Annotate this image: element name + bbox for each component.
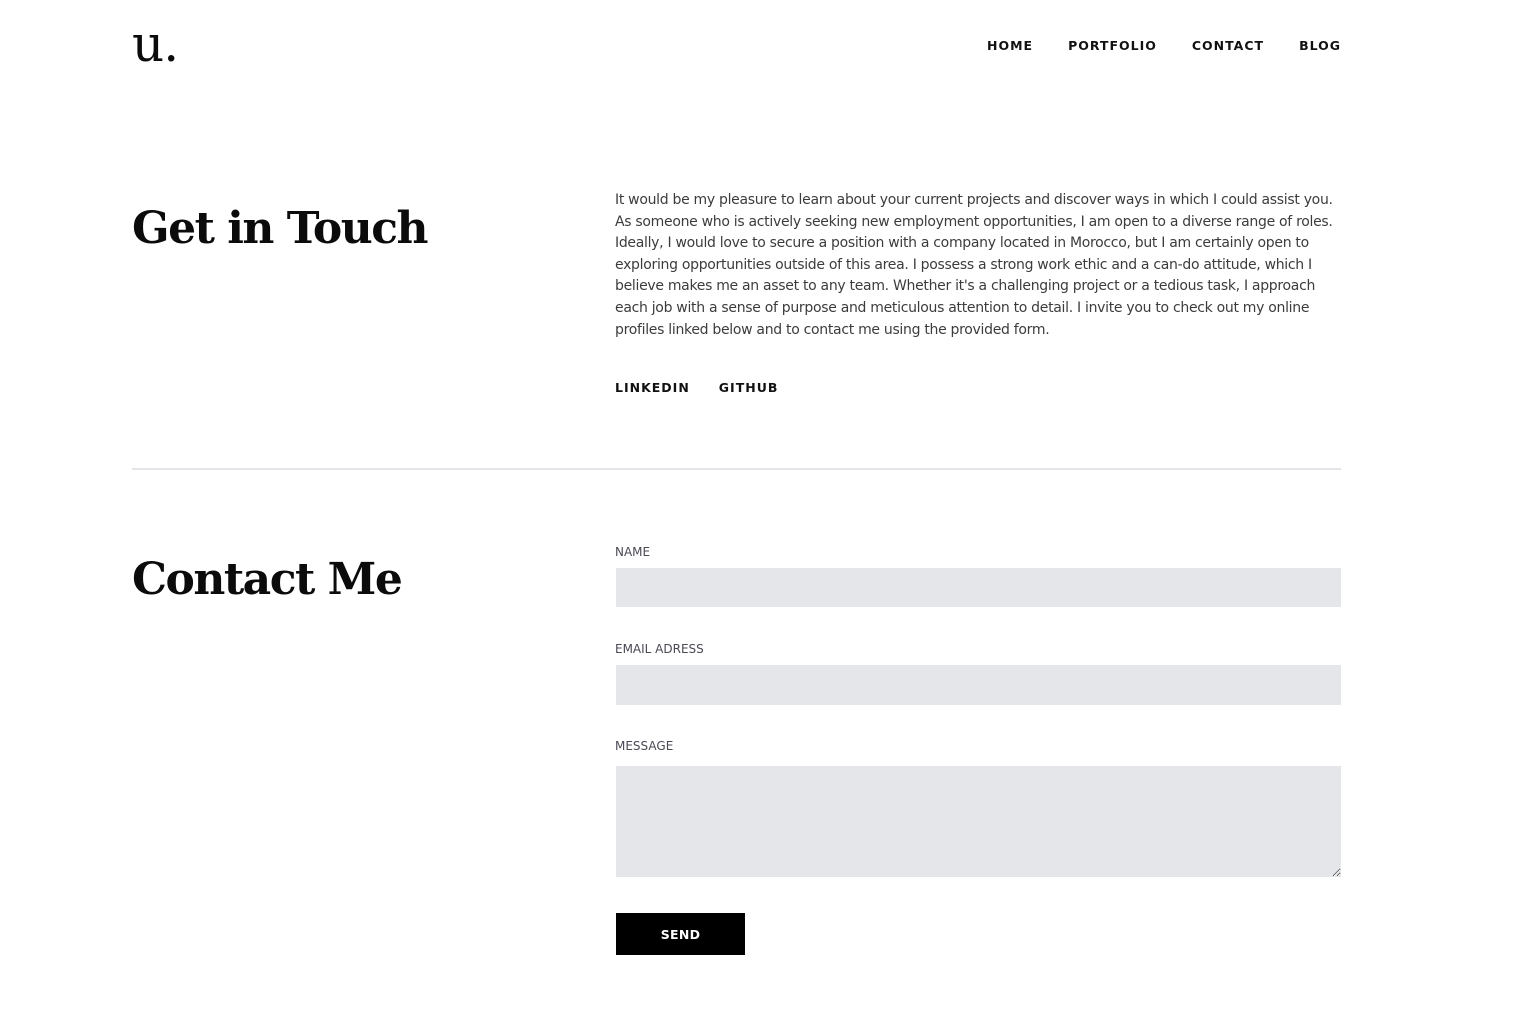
name-label: NAME (615, 545, 651, 559)
section-divider (132, 468, 1341, 470)
name-field[interactable] (616, 568, 1341, 607)
nav-link-contact[interactable]: CONTACT (1192, 38, 1264, 54)
contact-me-heading: Contact Me (132, 554, 403, 605)
send-button[interactable]: SEND (616, 913, 745, 955)
message-field[interactable] (616, 766, 1341, 877)
social-links: LINKEDIN GITHUB (615, 380, 778, 396)
email-field[interactable] (616, 665, 1341, 705)
main-nav: HOME PORTFOLIO CONTACT BLOG (987, 38, 1341, 54)
site-logo[interactable]: u. (132, 14, 179, 74)
nav-link-home[interactable]: HOME (987, 38, 1033, 54)
intro-paragraph: It would be my pleasure to learn about y… (615, 192, 1333, 338)
email-label: EMAIL ADRESS (615, 642, 704, 656)
github-link[interactable]: GITHUB (719, 380, 779, 396)
message-label: MESSAGE (615, 739, 674, 753)
linkedin-link[interactable]: LINKEDIN (615, 380, 690, 396)
nav-link-portfolio[interactable]: PORTFOLIO (1068, 38, 1157, 54)
get-in-touch-heading: Get in Touch (132, 203, 429, 254)
nav-link-blog[interactable]: BLOG (1299, 38, 1341, 54)
